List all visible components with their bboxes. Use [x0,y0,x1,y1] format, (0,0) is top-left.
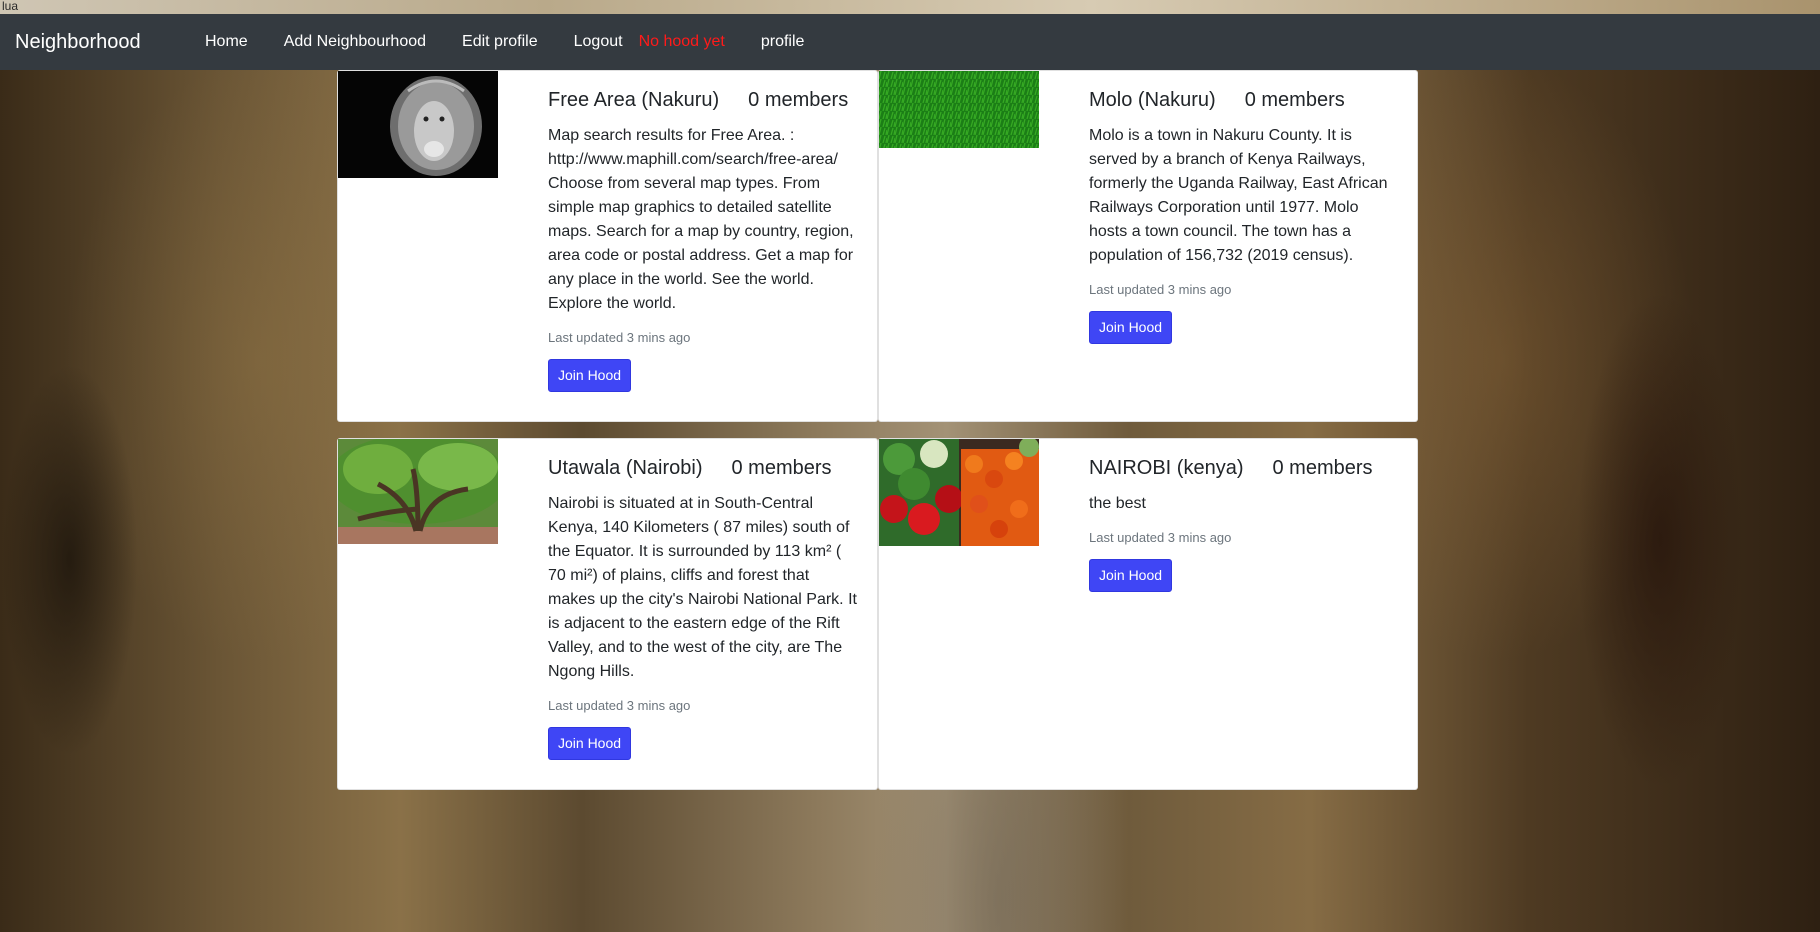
hood-description: Molo is a town in Nakuru County. It is s… [1089,127,1388,264]
nav-add-neighbourhood-link[interactable]: Add Neighbourhood [284,33,426,51]
navbar-brand[interactable]: Neighborhood [15,31,205,54]
join-hood-button[interactable]: Join Hood [548,359,632,392]
background-photo-top [0,0,1820,14]
hood-title: NAIROBI (kenya) [1089,457,1244,479]
hood-title: Utawala (Nairobi) [548,457,703,479]
join-hood-button[interactable]: Join Hood [548,727,632,760]
hood-updated: Last updated 3 mins ago [548,698,691,713]
background-stray-text: lua [2,0,19,13]
lion-photo [338,71,498,178]
hood-card-body: Utawala (Nairobi) 0 members Nairobi is s… [548,457,858,760]
nav-edit-profile-link[interactable]: Edit profile [462,33,538,51]
hood-card: Free Area (Nakuru) 0 members Map search … [337,70,878,422]
hood-members: 0 members [1272,457,1373,479]
nav-profile-link[interactable]: profile [761,33,805,51]
hood-members: 0 members [748,89,849,111]
hood-description: Nairobi is situated at in South-Central … [548,495,857,680]
vegetables-photo [879,439,1039,546]
navbar: Neighborhood Home Add Neighbourhood Edit… [0,14,1820,70]
tree-photo [338,439,498,544]
hood-status-text: No hood yet [638,33,725,50]
hood-card-body: NAIROBI (kenya) 0 members the best Last … [1089,457,1394,592]
grass-photo [879,71,1039,148]
hood-members: 0 members [1244,89,1345,111]
join-hood-button[interactable]: Join Hood [1089,311,1173,344]
join-hood-button[interactable]: Join Hood [1089,559,1173,592]
hood-card-body: Free Area (Nakuru) 0 members Map search … [548,89,858,392]
hood-title: Free Area (Nakuru) [548,89,720,111]
hood-card-body: Molo (Nakuru) 0 members Molo is a town i… [1089,89,1394,344]
hood-title: Molo (Nakuru) [1089,89,1216,111]
hood-description: Map search results for Free Area. : http… [548,127,854,312]
hood-updated: Last updated 3 mins ago [1089,530,1232,545]
hood-members: 0 members [731,457,832,479]
hood-description: the best [1089,495,1146,512]
hood-updated: Last updated 3 mins ago [1089,282,1232,297]
hood-card: Utawala (Nairobi) 0 members Nairobi is s… [337,438,878,790]
nav-home-link[interactable]: Home [205,33,248,51]
hood-updated: Last updated 3 mins ago [548,330,691,345]
nav-logout-link[interactable]: Logout [574,33,623,51]
hood-card: NAIROBI (kenya) 0 members the best Last … [878,438,1418,790]
hood-card: Molo (Nakuru) 0 members Molo is a town i… [878,70,1418,422]
